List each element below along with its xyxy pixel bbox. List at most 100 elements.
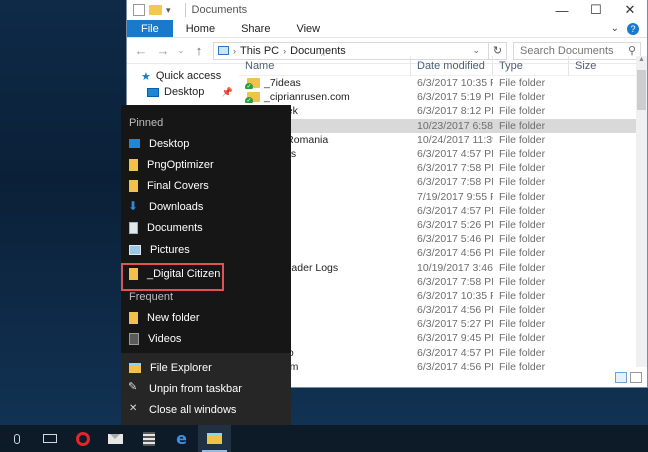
new-folder-icon[interactable] — [149, 5, 162, 15]
jump-list-item[interactable]: Downloads — [121, 197, 291, 218]
file-explorer-icon — [207, 433, 222, 444]
expand-ribbon-icon[interactable]: ⌄ — [611, 23, 619, 34]
table-row[interactable]: izen Romania10/24/2017 11:39 PMFile fold… — [239, 133, 647, 147]
pic-icon — [129, 244, 141, 255]
jump-list-item[interactable]: Unpin from taskbar — [121, 378, 291, 399]
unpin-icon — [128, 380, 140, 394]
nav-item-quick-access[interactable]: ★ Quick access — [127, 68, 239, 84]
table-row[interactable]: rary6/3/2017 9:45 PMFile folder — [239, 331, 647, 345]
table-row[interactable]: e Geek6/3/2017 8:12 PMFile folder — [239, 104, 647, 118]
jump-list-item[interactable]: Documents — [121, 218, 291, 239]
jump-list-item-label: New folder — [147, 311, 200, 324]
jump-list-item[interactable]: Videos — [121, 329, 291, 350]
window-title: Documents — [191, 4, 248, 16]
tab-home[interactable]: Home — [173, 20, 228, 37]
help-icon[interactable]: ? — [627, 22, 639, 35]
jump-list-item[interactable]: File Explorer — [121, 357, 291, 378]
table-row[interactable]: 6/3/2017 7:58 PM File folder — [239, 275, 647, 289]
table-row[interactable]: 6/3/2017 7:58 PM File folder — [239, 175, 647, 189]
table-row[interactable]: ownloader Logs10/19/2017 3:46 PMFile fol… — [239, 260, 647, 274]
address-dropdown-icon[interactable]: ⌄ — [468, 45, 484, 56]
table-row[interactable]: 6/3/2017 5:46 PM File folder — [239, 232, 647, 246]
jump-list-item[interactable]: Final Covers — [121, 175, 291, 196]
this-pc-icon — [218, 46, 229, 55]
table-row[interactable]: uff6/3/2017 10:35 PMFile folder — [239, 289, 647, 303]
tab-file[interactable]: File — [127, 20, 173, 37]
table-row[interactable]: 6/3/2017 4:57 PM File folder — [239, 204, 647, 218]
close-button[interactable]: ✕ — [613, 0, 647, 20]
table-row[interactable]: Studio6/3/2017 4:57 PMFile folder — [239, 346, 647, 360]
jump-list-item[interactable]: New folder — [121, 307, 291, 328]
chevron-right-icon[interactable]: › — [283, 46, 286, 56]
jump-list-actions: File Explorer Unpin from taskbar Close all… — [121, 353, 291, 425]
column-headers: ^ Name Date modified Type Size — [239, 52, 647, 76]
table-row[interactable]: 6/3/2017 5:26 PM File folder — [239, 218, 647, 232]
row-date: 6/3/2017 4:56 PM — [417, 360, 493, 373]
table-row[interactable]: l Press6/3/2017 4:57 PMFile folder — [239, 147, 647, 161]
row-type: File folder — [499, 275, 546, 288]
edge-icon: e — [176, 429, 187, 448]
ribbon-tabs: File Home Share View ⌄ ? — [127, 20, 647, 38]
row-date: 10/24/2017 11:39 PM — [417, 133, 493, 146]
recent-locations-icon[interactable]: ⌄ — [177, 46, 185, 55]
table-row[interactable]: 6/3/2017 7:58 PM File folder — [239, 161, 647, 175]
column-header-date[interactable]: Date modified — [411, 55, 493, 76]
folder-icon — [245, 92, 260, 104]
jump-list-item[interactable]: PngOptimizer — [121, 154, 291, 175]
row-type: File folder — [499, 190, 546, 203]
jump-list-item[interactable]: Pictures — [121, 239, 291, 260]
task-view-button[interactable] — [33, 425, 66, 452]
row-date: 6/3/2017 7:58 PM — [417, 275, 493, 288]
scroll-thumb[interactable] — [637, 70, 646, 110]
large-icons-view-icon[interactable] — [630, 371, 642, 383]
maximize-button[interactable]: ☐ — [579, 0, 613, 20]
table-row[interactable]: 6/3/2017 4:56 PM File folder — [239, 303, 647, 317]
calculator-button[interactable] — [132, 425, 165, 452]
edge-button[interactable]: e — [165, 425, 198, 452]
details-view-icon[interactable] — [615, 371, 627, 383]
quick-access-toolbar: ▾ — [133, 4, 171, 16]
nav-item-desktop[interactable]: Desktop 📌 — [127, 84, 239, 100]
column-header-type[interactable]: Type — [493, 55, 569, 76]
jump-list-item[interactable]: Desktop — [121, 133, 291, 154]
table-row[interactable]: 7/19/2017 9:55 PM File folder — [239, 190, 647, 204]
scroll-up-icon[interactable]: ▲ — [636, 56, 647, 67]
jump-list-item[interactable]: Close all windows — [121, 399, 291, 420]
file-explorer-taskbar-button[interactable] — [198, 425, 231, 452]
table-row[interactable]: izen10/23/2017 6:58 PMFile folder — [239, 118, 647, 133]
column-header-size[interactable]: Size — [569, 56, 619, 76]
row-date: 10/19/2017 3:46 PM — [417, 261, 493, 274]
sort-caret-icon: ^ — [321, 51, 325, 61]
cortana-button[interactable] — [0, 425, 33, 452]
row-date: 6/3/2017 4:57 PM — [417, 346, 493, 359]
row-date: 6/3/2017 8:12 PM — [417, 105, 493, 118]
jump-list-item-label: Downloads — [149, 201, 204, 214]
column-header-name[interactable]: ^ Name — [239, 52, 411, 76]
opera-button[interactable] — [66, 425, 99, 452]
customize-toolbar-icon[interactable]: ▾ — [166, 5, 171, 16]
jump-list-item-label: Desktop — [149, 137, 190, 150]
mail-button[interactable] — [99, 425, 132, 452]
tab-view[interactable]: View — [283, 20, 333, 37]
row-date: 6/3/2017 10:35 PM — [417, 289, 493, 302]
chevron-right-icon[interactable]: › — [233, 46, 236, 56]
taskbar: e — [0, 425, 648, 452]
tab-share[interactable]: Share — [228, 20, 283, 37]
file-list: ^ Name Date modified Type Size _7ideas 6/… — [239, 52, 647, 387]
jump-list-item[interactable]: _Digital Citizen — [121, 263, 291, 292]
table-row[interactable]: _ciprianrusen.com 6/3/2017 5:19 PM File fo… — [239, 90, 647, 104]
minimize-button[interactable]: — — [545, 0, 579, 20]
properties-icon[interactable] — [133, 4, 145, 16]
table-row[interactable]: _7ideas 6/3/2017 10:35 PM File folder — [239, 76, 647, 90]
table-row[interactable]: 6/3/2017 5:27 PM File folder — [239, 317, 647, 331]
row-type: File folder — [499, 148, 546, 161]
calculator-icon — [142, 431, 155, 446]
table-row[interactable]: en.com6/3/2017 4:56 PMFile folder — [239, 360, 647, 374]
row-date: 6/3/2017 5:19 PM — [417, 91, 493, 104]
table-row[interactable]: rietar6/3/2017 4:56 PMFile folder — [239, 246, 647, 260]
jump-list-item-label: Documents — [147, 222, 203, 235]
row-type: File folder — [499, 91, 546, 104]
row-type: File folder — [499, 105, 546, 118]
row-date: 6/3/2017 5:27 PM — [417, 318, 493, 331]
vertical-scrollbar[interactable]: ▲ — [636, 56, 647, 367]
